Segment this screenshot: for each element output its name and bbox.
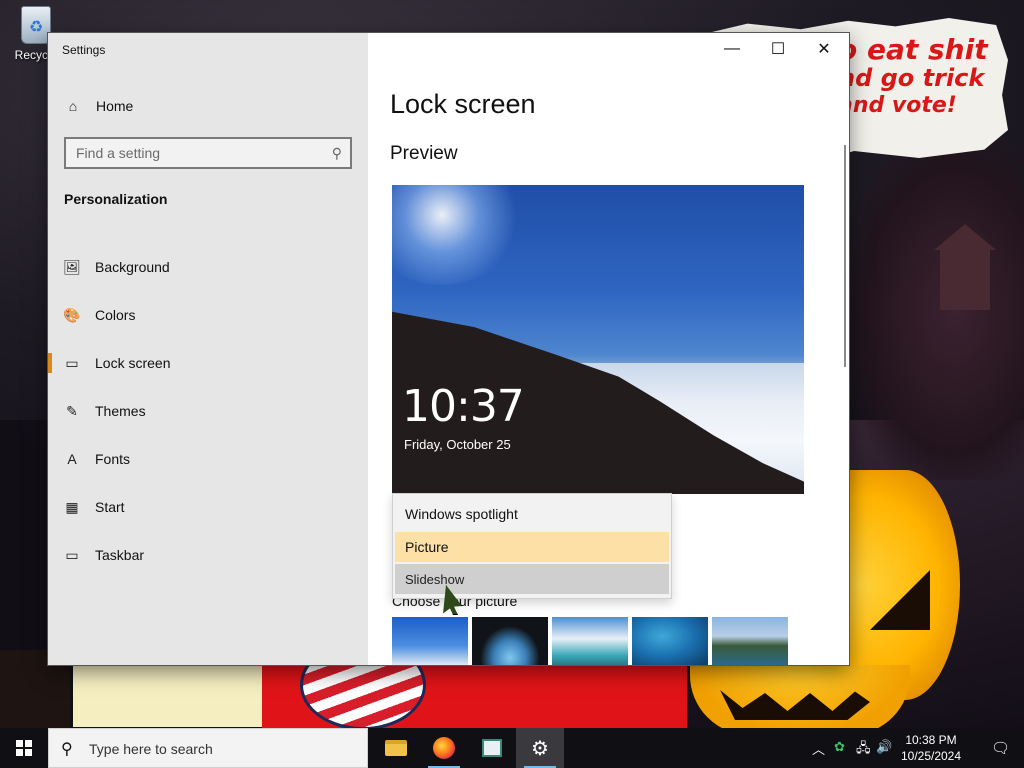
notifications-icon[interactable]: 🗨	[991, 739, 1010, 757]
sidebar-item-label: Themes	[95, 403, 146, 419]
taskbar-icon: ▭	[65, 546, 79, 563]
fonts-icon: A	[67, 451, 77, 467]
nav-list: 🖼 Background 🎨 Colors ▭ Lock screen ✎ Th…	[48, 243, 368, 579]
search-icon: ⚲	[61, 741, 73, 758]
dropdown-option-windows-spotlight[interactable]: Windows spotlight	[395, 499, 669, 529]
preview-time: 10:37	[402, 381, 525, 432]
start-icon: ▦	[65, 498, 79, 515]
section-heading: Personalization	[64, 191, 168, 207]
lock-screen-icon: ▭	[65, 354, 79, 371]
sidebar-item-background[interactable]: 🖼 Background	[48, 243, 368, 291]
themes-icon: ✎	[66, 402, 78, 419]
sidebar-item-label: Lock screen	[95, 355, 171, 371]
sidebar-item-label: Taskbar	[95, 547, 145, 563]
notepad-icon	[482, 739, 502, 757]
dropdown-option-picture[interactable]: Picture	[395, 532, 669, 562]
gear-icon: ⚙	[531, 737, 549, 760]
dropdown-option-slideshow[interactable]: Slideshow	[395, 564, 669, 594]
preview-heading: Preview	[390, 143, 458, 164]
search-icon: ⚲	[331, 145, 342, 161]
wallpaper-house	[934, 224, 996, 310]
picture-thumbnails	[392, 617, 812, 665]
maximize-button[interactable]: ☐	[755, 33, 801, 65]
folder-icon	[385, 740, 407, 756]
volume-icon[interactable]: 🔊	[876, 739, 892, 755]
taskbar-clock[interactable]: 10:38 PM 10/25/2024	[894, 732, 968, 764]
home-icon: ⌂	[68, 98, 78, 114]
lock-screen-preview: 10:37 Friday, October 25	[392, 185, 804, 494]
sidebar-item-label: Fonts	[95, 451, 131, 467]
taskbar-notepad[interactable]	[468, 728, 516, 768]
sidebar-item-start[interactable]: ▦ Start	[48, 483, 368, 531]
picture-thumbnail[interactable]	[552, 617, 628, 665]
sidebar-item-lock-screen[interactable]: ▭ Lock screen	[48, 339, 368, 387]
picture-thumbnail[interactable]	[712, 617, 788, 665]
scrollbar[interactable]	[844, 145, 846, 367]
close-button[interactable]: ✕	[801, 33, 847, 65]
start-button[interactable]	[0, 728, 48, 768]
sidebar-item-colors[interactable]: 🎨 Colors	[48, 291, 368, 339]
main-content: — ☐ ✕ Lock screen Preview 10:37 Friday, …	[368, 33, 849, 665]
sidebar-item-fonts[interactable]: A Fonts	[48, 435, 368, 483]
palette-icon: 🎨	[63, 306, 81, 323]
background-dropdown-list: Windows spotlight Picture Slideshow	[392, 493, 672, 599]
tray-app-icon[interactable]: ✿	[834, 739, 845, 755]
picture-thumbnail[interactable]	[392, 617, 468, 665]
sidebar-item-taskbar[interactable]: ▭ Taskbar	[48, 531, 368, 579]
note-line: nd go trick	[838, 64, 985, 92]
sidebar-item-label: Start	[95, 499, 125, 515]
chevron-up-icon[interactable]: ︿	[812, 739, 825, 758]
recycle-bin-icon: ♻	[21, 6, 51, 44]
taskbar-settings[interactable]: ⚙	[516, 728, 564, 768]
preview-sun-glow	[392, 185, 522, 285]
window-title: Settings	[62, 43, 106, 57]
clock-date: 10/25/2024	[900, 749, 962, 763]
taskbar-file-explorer[interactable]	[372, 728, 420, 768]
wallpaper-tree	[850, 140, 1024, 480]
picture-thumbnail[interactable]	[472, 617, 548, 665]
sidebar-item-label: Background	[95, 259, 170, 275]
network-icon[interactable]: 🖧	[856, 739, 871, 761]
firefox-icon	[433, 737, 455, 759]
background-icon: 🖼	[63, 258, 81, 275]
taskbar-firefox[interactable]	[420, 728, 468, 768]
nav-home[interactable]: ⌂ Home	[48, 93, 368, 119]
note-line: o eat shit	[838, 33, 988, 66]
clock-time: 10:38 PM	[905, 733, 957, 747]
page-title: Lock screen	[390, 89, 536, 119]
windows-logo-icon	[16, 740, 32, 756]
system-tray: ︿ ✿ 🖧 🔊 10:38 PM 10/25/2024 🗨	[804, 728, 1024, 768]
taskbar-search-box[interactable]: ⚲ Type here to search	[48, 728, 368, 768]
sidebar-item-label: Colors	[95, 307, 136, 323]
taskbar: ⚲ Type here to search ⚙ ︿ ✿ 🖧 🔊 10:38 PM…	[0, 728, 1024, 768]
find-setting-search[interactable]: ⚲	[64, 137, 352, 169]
minimize-button[interactable]: —	[709, 33, 755, 65]
wallpaper-note-text: o eat shit nd go trick and vote!	[838, 36, 1018, 120]
sidebar: Settings ⌂ Home ⚲ Personalization 🖼 Back…	[48, 33, 368, 665]
picture-thumbnail[interactable]	[632, 617, 708, 665]
nav-home-label: Home	[96, 98, 134, 114]
settings-window: Settings ⌂ Home ⚲ Personalization 🖼 Back…	[48, 33, 849, 665]
preview-date: Friday, October 25	[404, 437, 511, 452]
taskbar-search-placeholder: Type here to search	[89, 741, 213, 757]
note-line: and vote!	[838, 93, 957, 118]
search-input[interactable]	[76, 144, 316, 162]
sidebar-item-themes[interactable]: ✎ Themes	[48, 387, 368, 435]
